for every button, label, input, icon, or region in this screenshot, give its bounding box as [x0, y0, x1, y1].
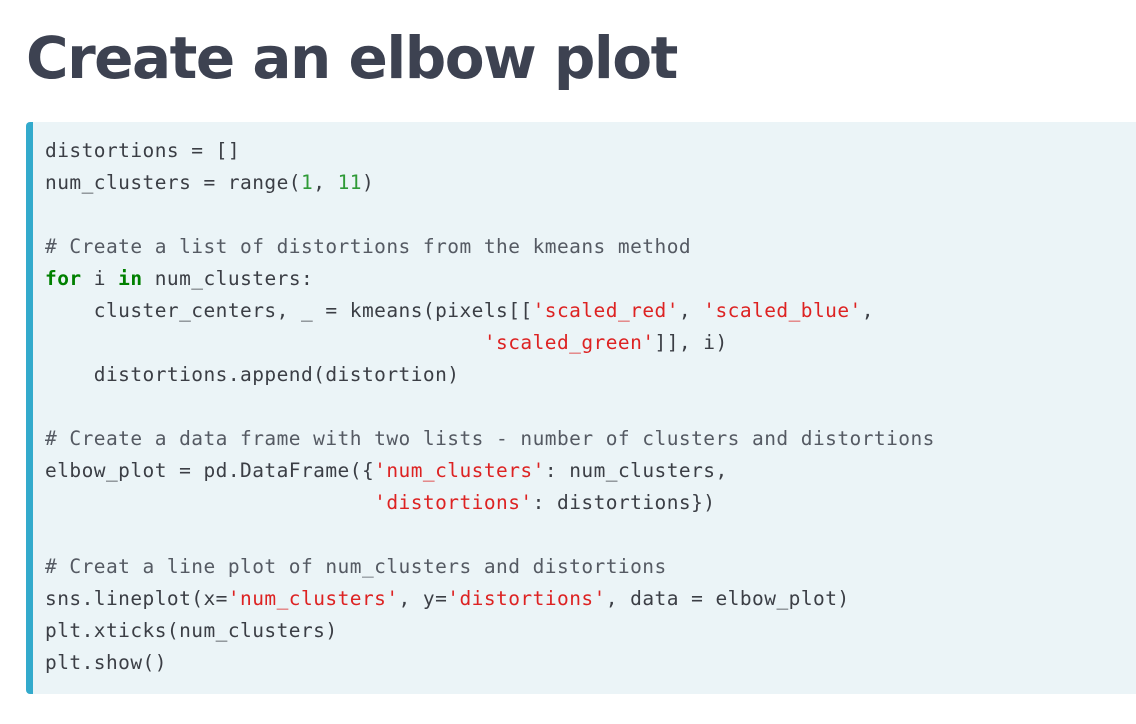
code-string: 'distortions' [447, 587, 606, 610]
code-keyword: in [118, 267, 143, 290]
code-listing: distortions = [] num_clusters = range(1, … [45, 135, 935, 679]
code-block: distortions = [] num_clusters = range(1, … [26, 122, 1136, 694]
page-title: Create an elbow plot [26, 24, 678, 92]
code-text: cluster_centers, _ = kmeans(pixels[[ [45, 299, 533, 322]
code-text: , data = elbow_plot) [605, 587, 850, 610]
code-line: for i in num_clusters: [45, 263, 935, 295]
code-text: distortions.append(distortion) [45, 363, 460, 386]
code-comment: # Creat a line plot of num_clusters and … [45, 555, 667, 578]
code-keyword: for [45, 267, 82, 290]
code-text: elbow_plot = pd.DataFrame({ [45, 459, 375, 482]
code-text: sns.lineplot(x= [45, 587, 228, 610]
page: Create an elbow plot distortions = [] num… [0, 0, 1136, 724]
code-line: elbow_plot = pd.DataFrame({'num_clusters… [45, 455, 935, 487]
code-line: distortions.append(distortion) [45, 359, 935, 391]
code-string: 'num_clusters' [374, 459, 545, 482]
code-line: # Create a data frame with two lists - n… [45, 423, 935, 455]
code-text: ]], i) [654, 331, 728, 354]
code-text: distortions = [] [45, 139, 241, 162]
code-text: , [678, 299, 704, 322]
code-text: plt.show() [45, 651, 167, 674]
code-comment: # Create a list of distortions from the … [45, 235, 692, 258]
code-text: : distortions}) [532, 491, 716, 514]
code-line: # Creat a line plot of num_clusters and … [45, 551, 935, 583]
code-text: : num_clusters, [544, 459, 728, 482]
code-text: plt.xticks(num_clusters) [45, 619, 338, 642]
code-text: i [81, 267, 119, 290]
code-text: , [861, 299, 874, 322]
code-line: plt.show() [45, 647, 935, 679]
code-text: , y= [398, 587, 448, 610]
code-text: num_clusters: [142, 267, 314, 290]
code-line: sns.lineplot(x='num_clusters', y='distor… [45, 583, 935, 615]
code-line: 'scaled_green']], i) [45, 327, 935, 359]
code-number: 11 [337, 171, 362, 194]
code-string: 'scaled_blue' [703, 299, 862, 322]
code-comment: # Create a data frame with two lists - n… [45, 427, 935, 450]
code-string: 'scaled_green' [483, 331, 655, 354]
code-text: ) [361, 171, 375, 194]
code-line: 'distortions': distortions}) [45, 487, 935, 519]
code-line: plt.xticks(num_clusters) [45, 615, 935, 647]
code-line: cluster_centers, _ = kmeans(pixels[['sca… [45, 295, 935, 327]
code-line: # Create a list of distortions from the … [45, 231, 935, 263]
code-line: num_clusters = range(1, 11) [45, 167, 935, 199]
code-string: 'scaled_red' [532, 299, 679, 322]
code-line: distortions = [] [45, 135, 935, 167]
code-text: num_clusters = range( [45, 171, 301, 194]
code-number: 1 [301, 171, 314, 194]
code-string: 'distortions' [374, 491, 533, 514]
code-string: 'num_clusters' [227, 587, 399, 610]
code-text: , [313, 171, 338, 194]
